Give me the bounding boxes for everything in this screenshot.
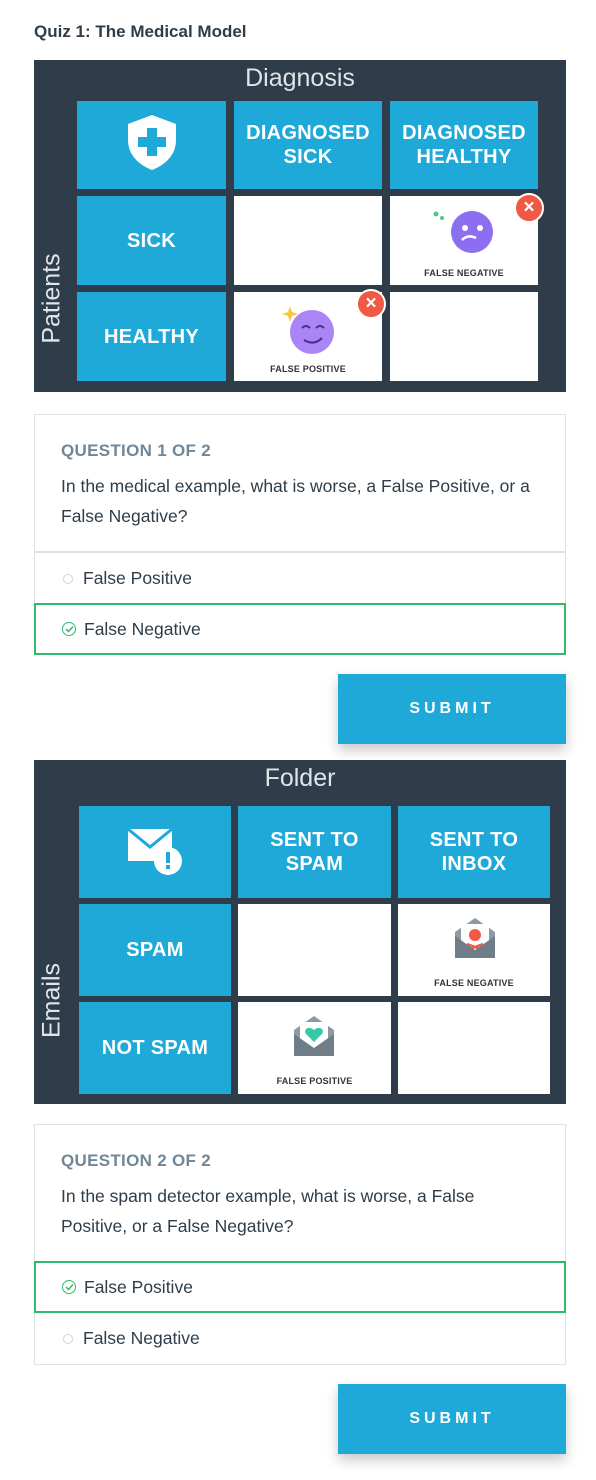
cell-sick-diagnosed-sick xyxy=(234,196,382,285)
row-header-sick: SICK xyxy=(77,196,226,285)
question-count: QUESTION 2 OF 2 xyxy=(61,1151,211,1170)
row-header-spam: SPAM xyxy=(79,904,231,996)
check-circle-icon[interactable] xyxy=(62,622,76,636)
radio-unchecked-icon[interactable] xyxy=(63,1333,73,1344)
question-header: QUESTION 2 OF 2 In the spam detector exa… xyxy=(35,1125,565,1262)
cell-healthy-diagnosed-healthy xyxy=(390,292,538,381)
figure-side-label: Emails xyxy=(37,963,66,1039)
option-false-positive[interactable]: False Positive xyxy=(35,552,565,604)
question-card-1: QUESTION 1 OF 2 In the medical example, … xyxy=(34,414,566,655)
spam-mail-icon xyxy=(452,914,498,967)
submit-button[interactable]: SUBMIT xyxy=(338,1384,566,1454)
question-text: In the medical example, what is worse, a… xyxy=(61,476,530,526)
header-icon-cell xyxy=(77,101,226,189)
option-false-negative[interactable]: False Negative xyxy=(35,1312,565,1364)
question-header: QUESTION 1 OF 2 In the medical example, … xyxy=(35,415,565,552)
cell-false-negative: FALSE NEGATIVE xyxy=(398,904,550,996)
wrong-x-icon: × xyxy=(356,289,386,319)
option-label: False Positive xyxy=(83,568,192,588)
medical-shield-icon xyxy=(123,112,181,178)
figure-side-label: Patients xyxy=(37,253,66,344)
question-count: QUESTION 1 OF 2 xyxy=(61,441,211,460)
figure-title: Folder xyxy=(264,764,336,792)
sick-face-icon xyxy=(428,206,498,261)
option-false-negative[interactable]: False Negative xyxy=(34,603,566,655)
row-header-healthy: HEALTHY xyxy=(77,292,226,381)
check-circle-icon[interactable] xyxy=(62,1280,76,1294)
false-positive-caption: FALSE POSITIVE xyxy=(270,364,346,374)
col-header-sent-to-spam: SENT TO SPAM xyxy=(238,806,391,898)
option-label: False Positive xyxy=(84,1276,193,1297)
col-header-diagnosed-healthy: DIAGNOSED HEALTHY xyxy=(390,101,538,189)
false-negative-caption: FALSE NEGATIVE xyxy=(434,978,514,988)
option-label: False Negative xyxy=(84,618,201,639)
option-label: False Negative xyxy=(83,1328,200,1348)
wrong-x-icon: × xyxy=(514,193,544,223)
false-negative-caption: FALSE NEGATIVE xyxy=(424,268,504,278)
spam-model-figure: Folder Emails SENT TO SPAM SENT TO INBOX… xyxy=(34,760,566,1104)
cell-not-spam-sent-to-inbox xyxy=(398,1002,550,1094)
header-icon-cell xyxy=(79,806,231,898)
medical-model-figure: Diagnosis Patients DIAGNOSED SICK DIAGNO… xyxy=(34,60,566,392)
question-card-2: QUESTION 2 OF 2 In the spam detector exa… xyxy=(34,1124,566,1365)
question-text: In the spam detector example, what is wo… xyxy=(61,1186,475,1236)
love-mail-icon xyxy=(291,1012,337,1065)
col-header-sent-to-inbox: SENT TO INBOX xyxy=(398,806,550,898)
col-header-diagnosed-sick: DIAGNOSED SICK xyxy=(234,101,382,189)
radio-unchecked-icon[interactable] xyxy=(63,573,73,584)
page-title: Quiz 1: The Medical Model xyxy=(34,22,247,41)
healthy-face-icon xyxy=(280,302,340,361)
row-header-not-spam: NOT SPAM xyxy=(79,1002,231,1094)
cell-spam-sent-to-spam xyxy=(238,904,391,996)
mail-warning-icon xyxy=(124,821,186,883)
cell-false-positive: FALSE POSITIVE xyxy=(238,1002,391,1094)
option-false-positive[interactable]: False Positive xyxy=(34,1261,566,1313)
false-positive-caption: FALSE POSITIVE xyxy=(276,1076,353,1086)
submit-button[interactable]: SUBMIT xyxy=(338,674,566,744)
figure-title: Diagnosis xyxy=(245,64,355,92)
